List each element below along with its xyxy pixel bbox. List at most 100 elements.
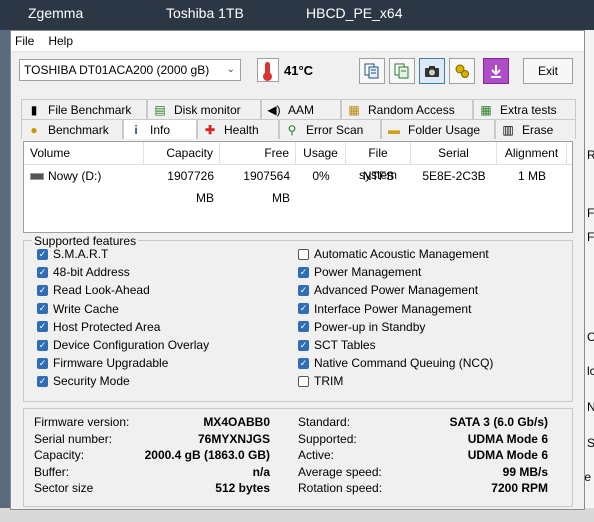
info-row: Rotation speed: 7200 RPM	[298, 481, 548, 497]
column-header[interactable]: Volume	[24, 142, 144, 164]
feature-label: Automatic Acoustic Management	[314, 247, 489, 261]
desktop-label-hbcd[interactable]: HBCD_PE_x64	[306, 5, 403, 21]
tab-error-scan[interactable]: ⚲ Error Scan	[279, 119, 381, 139]
info-row: Serial number: 76MYXNJGS	[34, 432, 270, 448]
bg-text-fragment: C	[587, 330, 594, 344]
file-benchmark-icon: ▮	[30, 102, 38, 117]
feature-checkbox[interactable]: ✓ Read Look-Ahead	[37, 282, 150, 298]
tab-row-bottom: ● Benchmark i Info ✚ Health ⚲ Error Scan ▬ Fo…	[21, 119, 576, 139]
feature-checkbox[interactable]: ✓ Write Cache	[37, 301, 119, 317]
feature-label: Host Protected Area	[53, 319, 161, 334]
tab-benchmark[interactable]: ● Benchmark	[21, 119, 123, 139]
options-icon	[455, 64, 469, 78]
checkbox-checked-icon: ✓	[37, 303, 48, 315]
feature-label: Advanced Power Management	[314, 283, 479, 298]
background-window-left	[0, 30, 10, 522]
info-row: Capacity: 2000.4 gB (1863.0 GB)	[34, 448, 270, 464]
checkbox-checked-icon: ✓	[37, 266, 48, 278]
folder-usage-icon: ▬	[388, 122, 400, 137]
checkbox-checked-icon: ✓	[37, 375, 48, 387]
info-value: 512 bytes	[215, 481, 270, 496]
copy-text-button[interactable]	[359, 58, 385, 84]
volume-list: Volume Capacity Free Usage File system S…	[23, 141, 573, 233]
menu-bar: File Help	[11, 31, 584, 52]
feature-checkbox[interactable]: ✓ Power Management	[298, 264, 421, 280]
column-header[interactable]: Serial	[411, 142, 497, 164]
tab-info[interactable]: i Info	[123, 119, 197, 139]
benchmark-icon: ●	[30, 122, 38, 137]
feature-checkbox[interactable]: ✓ S.M.A.R.T	[37, 246, 108, 262]
table-row[interactable]: Nowy (D:) 1907726 MB 1907564 MB 0% NTFS …	[24, 165, 572, 205]
tab-file-benchmark[interactable]: ▮ File Benchmark	[21, 99, 147, 119]
feature-checkbox[interactable]: ✓ SCT Tables	[298, 337, 376, 353]
drive-selector-value: TOSHIBA DT01ACA200 (2000 gB)	[24, 63, 210, 77]
feature-checkbox[interactable]: ✓ Advanced Power Management	[298, 282, 478, 298]
column-header[interactable]: File system	[346, 142, 411, 182]
bg-text-fragment: F	[587, 206, 594, 220]
menu-file[interactable]: File	[15, 34, 34, 48]
tab-erase[interactable]: ▥ Erase	[495, 119, 576, 139]
feature-checkbox[interactable]: ✓ 48-bit Address	[37, 264, 130, 280]
checkbox-checked-icon: ✓	[37, 321, 48, 333]
erase-icon: ▥	[502, 122, 514, 137]
desktop-label-toshiba[interactable]: Toshiba 1TB	[166, 5, 244, 21]
bg-text-fragment: lc	[587, 364, 594, 378]
tab-random-access[interactable]: ▦ Random Access	[341, 99, 473, 119]
checkbox-checked-icon: ✓	[298, 303, 309, 315]
info-row: Supported: UDMA Mode 6	[298, 432, 548, 448]
drive-icon	[30, 173, 44, 181]
checkbox-checked-icon: ✓	[298, 339, 309, 351]
copy-info-button[interactable]	[389, 58, 415, 84]
feature-checkbox[interactable]: ✓ Native Command Queuing (NCQ)	[298, 355, 493, 371]
tab-folder-usage[interactable]: ▬ Folder Usage	[381, 119, 495, 139]
feature-checkbox[interactable]: TRIM	[298, 373, 343, 389]
disk-monitor-icon: ▤	[154, 102, 166, 117]
toolbar: TOSHIBA DT01ACA200 (2000 gB) ⌄ 41°C Exit	[11, 55, 584, 87]
feature-checkbox[interactable]: ✓ Firmware Upgradable	[37, 355, 168, 371]
info-value: SATA 3 (6.0 Gb/s)	[449, 415, 548, 429]
feature-label: S.M.A.R.T	[53, 247, 109, 261]
feature-label: Firmware Upgradable	[53, 356, 169, 371]
copy-text-icon	[364, 63, 379, 79]
column-header[interactable]: Capacity	[144, 142, 220, 164]
menu-help[interactable]: Help	[48, 34, 73, 48]
screenshot-button[interactable]	[419, 58, 445, 84]
tab-extra-tests[interactable]: ▦ Extra tests	[473, 99, 576, 119]
copy-info-icon	[394, 63, 409, 79]
feature-checkbox[interactable]: Automatic Acoustic Management	[298, 246, 489, 262]
table-cell: Nowy (D:)	[48, 169, 102, 183]
checkbox-checked-icon: ✓	[37, 357, 48, 369]
column-header[interactable]: Alignment	[497, 142, 567, 164]
info-label: Capacity:	[34, 448, 85, 463]
desktop-label-zgemma[interactable]: Zgemma	[28, 5, 83, 21]
feature-label: Security Mode	[53, 374, 130, 389]
feature-checkbox[interactable]: ✓ Interface Power Management	[298, 301, 471, 317]
chevron-down-icon: ⌄	[226, 64, 235, 75]
feature-checkbox[interactable]: ✓ Security Mode	[37, 373, 130, 389]
random-access-icon: ▦	[348, 102, 360, 117]
bg-text-fragment: N	[587, 400, 594, 414]
exit-button[interactable]: Exit	[523, 58, 573, 84]
options-button[interactable]	[449, 58, 475, 84]
info-value: 2000.4 gB (1863.0 GB)	[144, 448, 270, 463]
checkbox-checked-icon: ✓	[298, 321, 309, 333]
column-header[interactable]: Usage	[296, 142, 346, 164]
info-label: Serial number:	[34, 431, 113, 446]
feature-checkbox[interactable]: ✓ Host Protected Area	[37, 319, 160, 335]
feature-checkbox[interactable]: ✓ Power-up in Standby	[298, 319, 425, 335]
tab-disk-monitor[interactable]: ▤ Disk monitor	[147, 99, 261, 119]
checkbox-checked-icon: ✓	[37, 339, 48, 351]
column-header[interactable]: Free	[220, 142, 296, 164]
drive-selector[interactable]: TOSHIBA DT01ACA200 (2000 gB) ⌄	[19, 59, 241, 81]
checkbox-checked-icon: ✓	[298, 357, 309, 369]
update-button[interactable]	[483, 58, 509, 84]
volume-list-header: Volume Capacity Free Usage File system S…	[24, 142, 572, 182]
health-icon: ✚	[204, 122, 216, 137]
feature-checkbox[interactable]: ✓ Device Configuration Overlay	[37, 337, 209, 353]
feature-label: Read Look-Ahead	[53, 283, 150, 298]
table-cell: 0%	[312, 169, 330, 183]
tab-aam[interactable]: ◀) AAM	[261, 99, 341, 119]
tab-health[interactable]: ✚ Health	[197, 119, 279, 139]
checkbox-checked-icon: ✓	[37, 248, 48, 260]
table-cell: NTFS	[362, 169, 395, 183]
